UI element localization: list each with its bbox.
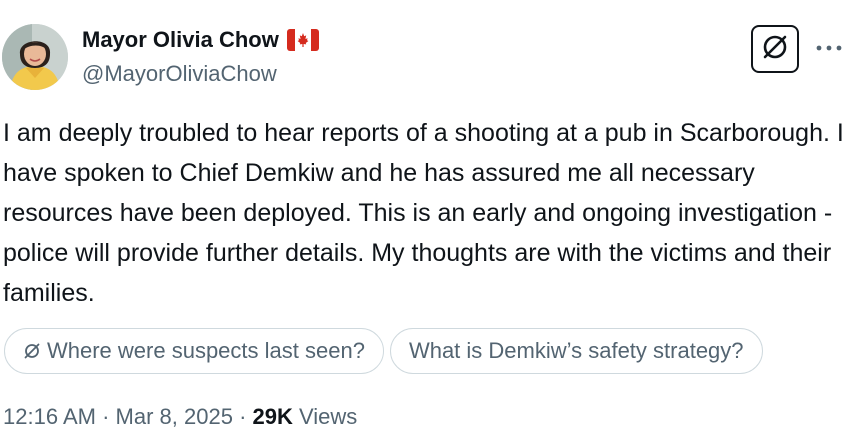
author-display-name[interactable]: Mayor Olivia Chow xyxy=(82,26,279,54)
tweet-meta: 12:16 AM · Mar 8, 2025 · 29K Views xyxy=(3,403,357,431)
more-options-button[interactable] xyxy=(812,36,846,60)
more-dots-icon xyxy=(814,39,844,57)
grok-suggestions: Where were suspects last seen? What is D… xyxy=(4,328,850,376)
tweet-time[interactable]: 12:16 AM xyxy=(3,404,96,429)
grok-icon xyxy=(760,32,790,67)
grok-icon xyxy=(23,342,41,360)
suggestion-chip-strategy[interactable]: What is Demkiw’s safety strategy? xyxy=(389,328,763,374)
tweet-card: Mayor Olivia Chow @MayorOliviaChow I am … xyxy=(0,0,852,437)
canada-flag-icon xyxy=(286,29,319,51)
tweet-date[interactable]: Mar 8, 2025 xyxy=(116,404,233,429)
author-handle[interactable]: @MayorOliviaChow xyxy=(82,60,277,88)
avatar[interactable] xyxy=(2,24,68,90)
views-count: 29K xyxy=(252,404,293,429)
meta-separator: · xyxy=(102,404,110,429)
suggestion-label: What is Demkiw’s safety strategy? xyxy=(408,338,744,363)
suggestion-label: Where were suspects last seen? xyxy=(47,338,365,363)
author-name-row: Mayor Olivia Chow xyxy=(82,26,319,54)
grok-button[interactable] xyxy=(751,25,799,73)
tweet-text: I am deeply troubled to hear reports of … xyxy=(3,119,844,307)
meta-separator: · xyxy=(239,404,247,429)
suggestion-chip-suspects[interactable]: Where were suspects last seen? xyxy=(4,328,384,374)
views-label: Views xyxy=(299,404,358,429)
